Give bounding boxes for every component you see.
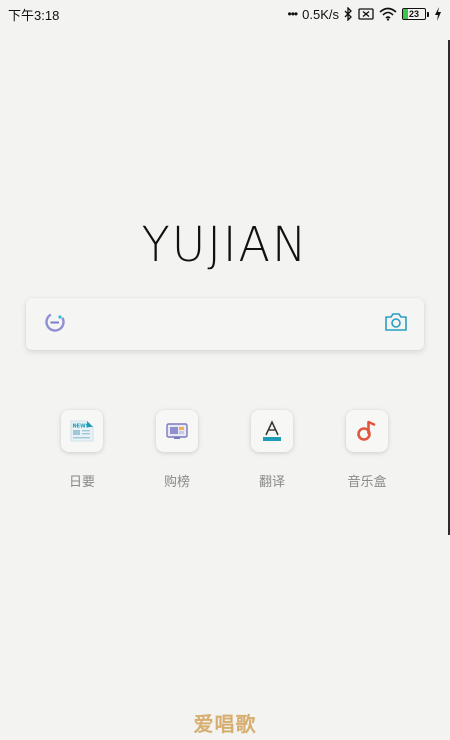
status-bar: 下午3:18 ••• 0.5K/s 23 bbox=[0, 0, 450, 28]
shortcut-daily-news[interactable]: NEWS 日要 bbox=[42, 410, 122, 490]
camera-icon[interactable] bbox=[384, 312, 408, 337]
search-bar[interactable] bbox=[26, 298, 424, 350]
ranking-screen-icon bbox=[166, 423, 188, 439]
shortcut-tile[interactable]: NEWS bbox=[61, 410, 103, 452]
status-time: 下午3:18 bbox=[8, 7, 60, 23]
status-dots: ••• bbox=[287, 7, 299, 21]
shortcut-music-box[interactable]: 音乐盒 bbox=[327, 410, 407, 490]
battery-fill bbox=[403, 9, 409, 19]
translate-a-icon bbox=[263, 420, 281, 441]
shortcut-shopping-rank[interactable]: 购榜 bbox=[137, 410, 217, 490]
charging-icon bbox=[434, 7, 442, 21]
search-input[interactable] bbox=[76, 306, 374, 342]
logo-wordmark: YUJIAN bbox=[142, 217, 309, 269]
battery-icon: 23 bbox=[402, 8, 429, 20]
shortcut-tile[interactable] bbox=[156, 410, 198, 452]
app-logo: YUJIAN bbox=[0, 217, 450, 269]
sim-off-icon bbox=[358, 7, 374, 21]
battery-level: 23 bbox=[408, 8, 419, 19]
bluetooth-icon bbox=[344, 7, 353, 21]
music-note-icon bbox=[357, 420, 376, 441]
shortcut-label: 日要 bbox=[68, 475, 95, 490]
news-icon-text: NEWS bbox=[73, 424, 90, 430]
watermark: 爱唱歌 bbox=[193, 712, 257, 736]
wifi-icon bbox=[379, 7, 397, 21]
news-icon: NEWS bbox=[70, 420, 94, 442]
logo-text: YUJIAN bbox=[142, 217, 309, 269]
shortcut-label: 音乐盒 bbox=[347, 475, 387, 490]
shortcut-grid: NEWS 日要 购榜 翻译 音乐盒 bbox=[0, 410, 450, 500]
shortcut-tile[interactable] bbox=[251, 410, 293, 452]
shortcut-label: 购榜 bbox=[163, 475, 190, 490]
shortcut-translate[interactable]: 翻译 bbox=[232, 410, 312, 490]
browser-e-icon[interactable] bbox=[44, 311, 66, 338]
network-speed: 0.5K/s bbox=[302, 6, 339, 22]
shortcut-label: 翻译 bbox=[258, 475, 285, 490]
shortcut-tile[interactable] bbox=[346, 410, 388, 452]
